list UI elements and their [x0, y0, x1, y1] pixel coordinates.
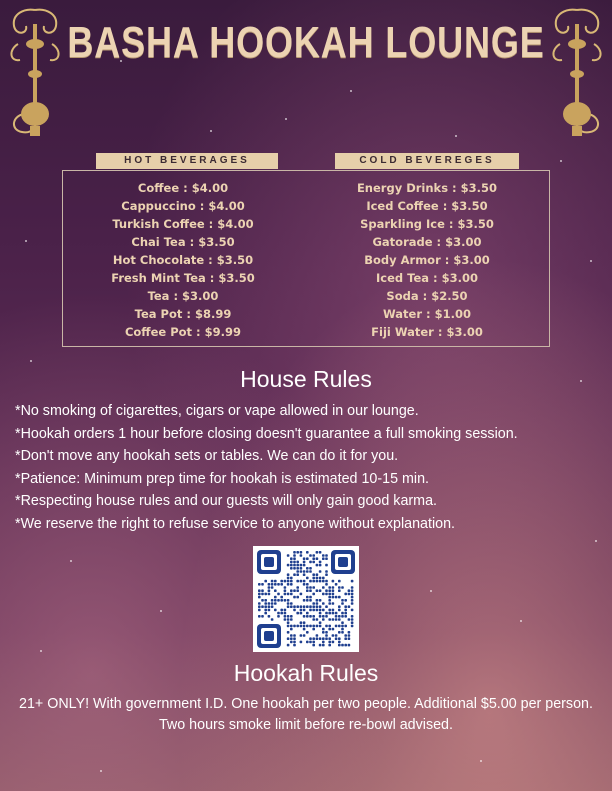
menu-item: Water : $1.00 [383, 307, 471, 321]
house-rules-list: *No smoking of cigarettes, cigars or vap… [15, 400, 605, 536]
menu-item: Gatorade : $3.00 [372, 235, 482, 249]
lounge-title: BASHA HOOKAH LOUNGE [67, 18, 545, 67]
menu-item: Sparkling Ice : $3.50 [360, 217, 494, 231]
house-rule: *Hookah orders 1 hour before closing doe… [15, 425, 518, 442]
menu-item: Chai Tea : $3.50 [131, 235, 235, 249]
menu-item: Fresh Mint Tea : $3.50 [111, 271, 255, 285]
menu-item: Tea Pot : $8.99 [134, 307, 232, 321]
menu-item: Fiji Water : $3.00 [371, 325, 483, 339]
hot-beverages-heading: HOT BEVERAGES [96, 153, 278, 169]
cold-beverages-list: Energy Drinks : $3.50 Iced Coffee : $3.5… [327, 179, 527, 341]
menu-item: Cappuccino : $4.00 [121, 199, 245, 213]
house-rule: *We reserve the right to refuse service … [15, 515, 456, 532]
qr-code-icon[interactable] [253, 546, 359, 652]
menu-item: Soda : $2.50 [386, 289, 468, 303]
menu-item: Iced Tea : $3.00 [376, 271, 478, 285]
menu-item: Energy Drinks : $3.50 [356, 181, 498, 195]
hookah-rules-title: Hookah Rules [233, 660, 379, 686]
menu-item: Coffee Pot : $9.99 [124, 325, 242, 339]
house-rule: *No smoking of cigarettes, cigars or vap… [15, 403, 419, 419]
menu-item: Coffee : $4.00 [137, 181, 229, 195]
qr-code-graphic [257, 550, 355, 648]
house-rule: *Patience: Minimum prep time for hookah … [15, 470, 430, 487]
house-rules-title: House Rules [240, 366, 372, 392]
menu-item: Turkish Coffee : $4.00 [112, 217, 254, 231]
hot-beverages-list: Coffee : $4.00 Cappuccino : $4.00 Turkis… [83, 179, 283, 341]
cold-beverages-heading: COLD BEVEREGES [335, 153, 519, 169]
house-rule: *Don't move any hookah sets or tables. W… [15, 448, 399, 465]
beverage-menu-box: Coffee : $4.00 Cappuccino : $4.00 Turkis… [62, 170, 550, 347]
hookah-rules-text: 21+ ONLY! With government I.D. One hooka… [19, 696, 593, 733]
menu-item: Tea : $3.00 [147, 289, 219, 303]
house-rule: *Respecting house rules and our guests w… [15, 493, 438, 510]
menu-item: Iced Coffee : $3.50 [366, 199, 488, 213]
menu-item: Hot Chocolate : $3.50 [112, 253, 254, 267]
menu-item: Body Armor : $3.00 [364, 253, 490, 267]
